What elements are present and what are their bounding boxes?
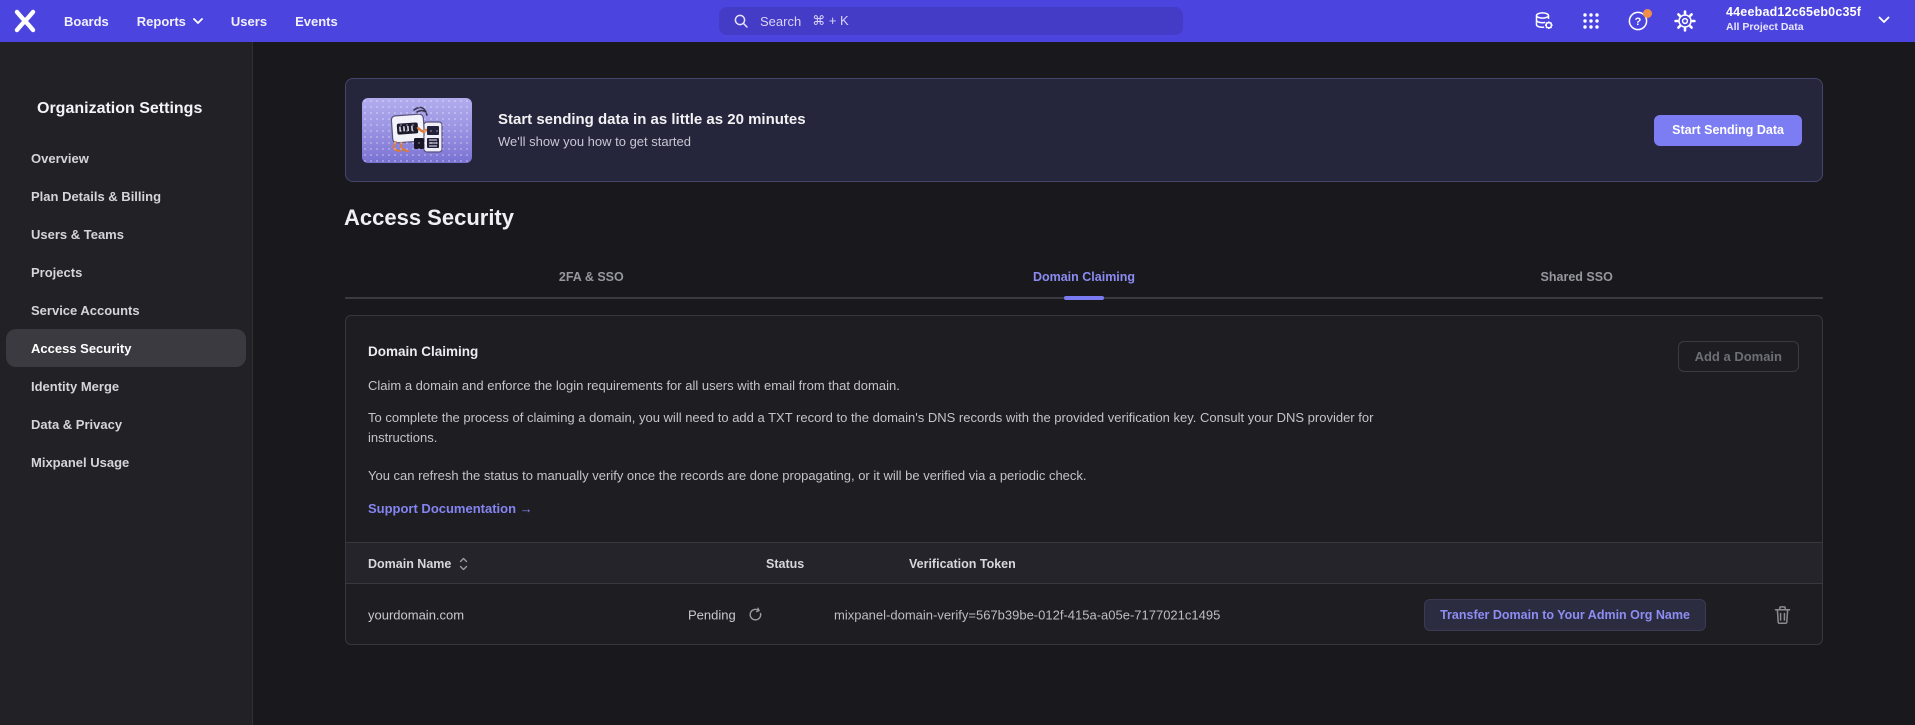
column-label: Domain Name xyxy=(368,557,451,571)
sidebar-item-plan-details-billing[interactable]: Plan Details & Billing xyxy=(0,177,252,215)
support-documentation-link[interactable]: Support Documentation → xyxy=(368,501,533,516)
nav-item-boards[interactable]: Boards xyxy=(64,14,109,29)
nav-item-reports[interactable]: Reports xyxy=(137,14,203,29)
nav-utility-icons: ? xyxy=(1533,0,1696,42)
access-security-tabs: 2FA & SSO Domain Claiming Shared SSO xyxy=(345,256,1823,299)
sidebar-item-projects[interactable]: Projects xyxy=(0,253,252,291)
tab-label: Shared SSO xyxy=(1541,270,1613,284)
notification-badge xyxy=(1643,9,1652,18)
tab-shared-sso[interactable]: Shared SSO xyxy=(1330,256,1823,297)
transfer-domain-button[interactable]: Transfer Domain to Your Admin Org Name xyxy=(1424,599,1706,631)
sidebar-item-identity-merge[interactable]: Identity Merge xyxy=(0,367,252,405)
status-cell: Pending xyxy=(688,607,763,622)
apps-grid-icon[interactable] xyxy=(1580,10,1602,32)
domain-name-cell: yourdomain.com xyxy=(368,607,464,622)
column-label: Verification Token xyxy=(909,557,1016,571)
primary-nav: Boards Reports Users Events xyxy=(64,0,338,42)
chevron-down-icon xyxy=(193,18,203,25)
settings-gear-icon[interactable] xyxy=(1674,10,1696,32)
help-icon[interactable]: ? xyxy=(1627,10,1649,32)
app-window: Boards Reports Users Events Search ⌘ + K xyxy=(0,0,1915,725)
tab-label: Domain Claiming xyxy=(1033,270,1135,284)
banner-illustration xyxy=(362,98,472,163)
banner-subtitle: We'll show you how to get started xyxy=(498,134,806,149)
search-placeholder: Search xyxy=(760,14,801,29)
domain-claiming-card: Domain Claiming Add a Domain Claim a dom… xyxy=(345,315,1823,645)
domains-table-header: Domain Name Status Verification Token xyxy=(346,542,1822,584)
sidebar-item-data-privacy[interactable]: Data & Privacy xyxy=(0,405,252,443)
sidebar-item-service-accounts[interactable]: Service Accounts xyxy=(0,291,252,329)
column-label: Status xyxy=(766,557,804,571)
nav-item-events[interactable]: Events xyxy=(295,14,338,29)
delete-domain-icon[interactable] xyxy=(1774,605,1791,624)
global-search-input[interactable]: Search ⌘ + K xyxy=(719,7,1183,35)
settings-sidebar: Organization Settings Overview Plan Deta… xyxy=(0,42,253,725)
start-sending-data-button[interactable]: Start Sending Data xyxy=(1654,115,1802,146)
nav-item-users[interactable]: Users xyxy=(231,14,267,29)
search-shortcut: ⌘ + K xyxy=(812,13,849,29)
column-header-verification-token: Verification Token xyxy=(909,543,1016,585)
sidebar-menu: Overview Plan Details & Billing Users & … xyxy=(0,139,252,481)
column-header-domain-name[interactable]: Domain Name xyxy=(368,543,468,585)
card-description-3: You can refresh the status to manually v… xyxy=(368,466,1087,486)
card-title: Domain Claiming xyxy=(368,344,478,359)
nav-item-label: Reports xyxy=(137,14,186,29)
sidebar-item-access-security[interactable]: Access Security xyxy=(6,329,246,367)
tab-label: 2FA & SSO xyxy=(559,270,624,284)
active-tab-indicator xyxy=(1064,296,1104,300)
card-description-2: To complete the process of claiming a do… xyxy=(368,408,1440,448)
nav-item-label: Events xyxy=(295,14,338,29)
tab-2fa-sso[interactable]: 2FA & SSO xyxy=(345,256,838,297)
table-row: yourdomain.com Pending mixpanel-domain-v… xyxy=(346,584,1822,645)
sidebar-title: Organization Settings xyxy=(37,100,252,118)
chevron-down-icon[interactable] xyxy=(1878,16,1890,24)
card-description-1: Claim a domain and enforce the login req… xyxy=(368,376,900,396)
page-title: Access Security xyxy=(344,205,514,231)
sidebar-item-users-teams[interactable]: Users & Teams xyxy=(0,215,252,253)
data-management-icon[interactable] xyxy=(1533,10,1555,32)
banner-title: Start sending data in as little as 20 mi… xyxy=(498,111,806,128)
verification-token-cell: mixpanel-domain-verify=567b39be-012f-415… xyxy=(834,607,1220,622)
sidebar-item-overview[interactable]: Overview xyxy=(0,139,252,177)
sort-icon xyxy=(459,557,468,571)
nav-item-label: Boards xyxy=(64,14,109,29)
mixpanel-logo-icon[interactable] xyxy=(13,9,37,33)
status-text: Pending xyxy=(688,607,736,622)
org-project-switcher[interactable]: 44eebad12c65eb0c35f All Project Data xyxy=(1726,5,1861,33)
banner-text: Start sending data in as little as 20 mi… xyxy=(498,111,806,149)
top-navbar: Boards Reports Users Events Search ⌘ + K xyxy=(0,0,1915,42)
project-label: All Project Data xyxy=(1726,21,1861,33)
add-domain-button[interactable]: Add a Domain xyxy=(1678,341,1799,372)
tab-domain-claiming[interactable]: Domain Claiming xyxy=(838,256,1331,297)
column-header-status: Status xyxy=(766,543,804,585)
refresh-status-icon[interactable] xyxy=(748,607,763,622)
nav-item-label: Users xyxy=(231,14,267,29)
onboarding-banner: Start sending data in as little as 20 mi… xyxy=(345,78,1823,182)
search-icon xyxy=(733,13,749,29)
sidebar-item-mixpanel-usage[interactable]: Mixpanel Usage xyxy=(0,443,252,481)
org-id-label: 44eebad12c65eb0c35f xyxy=(1726,5,1861,19)
svg-text:?: ? xyxy=(1635,16,1642,28)
